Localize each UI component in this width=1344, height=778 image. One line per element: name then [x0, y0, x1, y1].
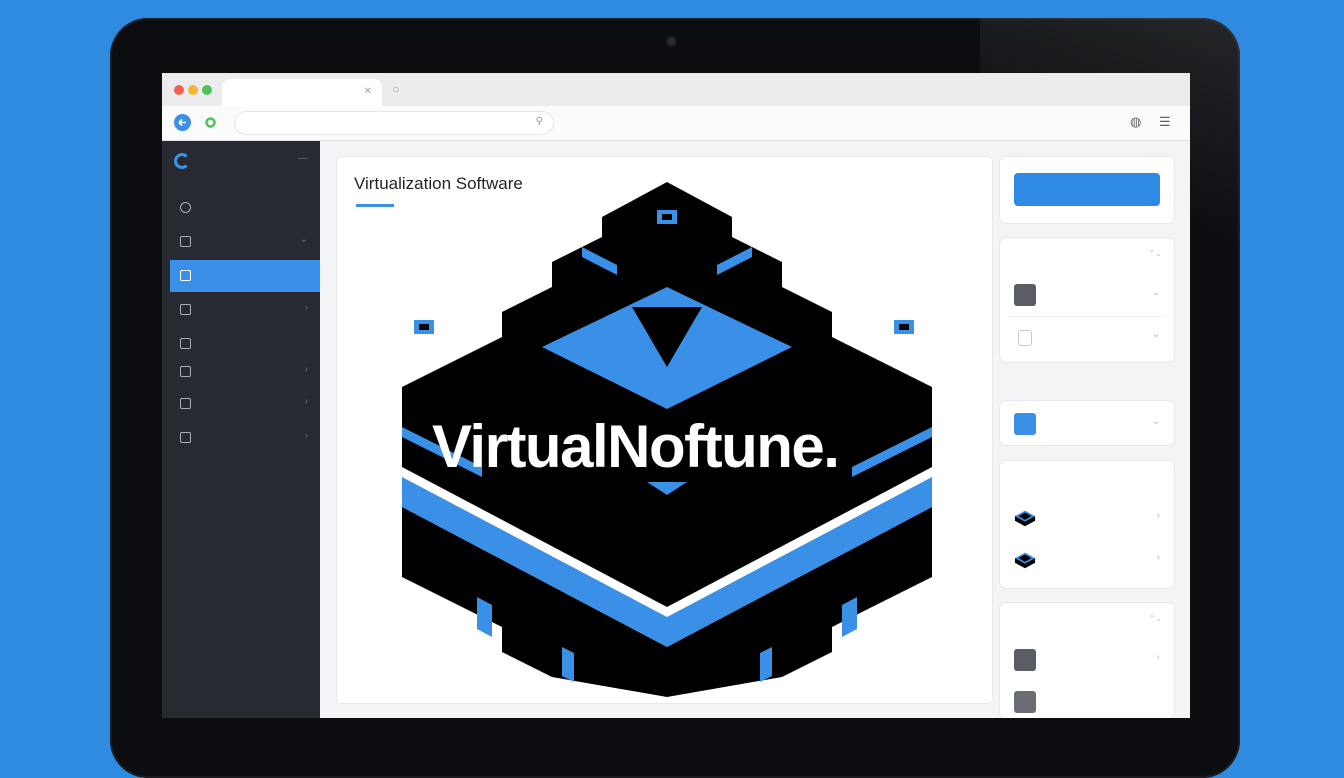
logo-slot-3 [562, 647, 574, 682]
checkbox-icon[interactable] [1014, 413, 1036, 435]
monitor-icon [180, 338, 191, 349]
storage-icon [180, 304, 191, 315]
sidebar-item-4[interactable]: › [170, 294, 320, 326]
virtualization-logo-graphic: VirtualNoftune. [402, 182, 932, 697]
chevron-down-icon: ⌄ [1151, 287, 1160, 298]
chevron-right-icon: › [1156, 652, 1160, 663]
settings-card-a: ⌃⌄ ⌄ ⌄ [1000, 238, 1174, 362]
vm-cube-icon [1014, 552, 1036, 569]
section-d-controls-icon[interactable]: ⌃⌄ [1149, 614, 1162, 623]
sidebar-item-3[interactable] [170, 260, 320, 292]
window-close-button[interactable] [174, 85, 184, 95]
chevron-down-icon: ⌄ [299, 234, 308, 245]
list-item[interactable]: › [1000, 497, 1174, 537]
main-content-card: Virtualization Software VirtualNoftune. [337, 157, 992, 703]
chevron-down-icon: ⌄ [1151, 329, 1160, 340]
document-icon [1018, 330, 1032, 346]
item-thumbnail-icon [1014, 691, 1036, 713]
list-item[interactable]: › [1000, 639, 1174, 679]
document-icon [180, 432, 191, 443]
sidebar-item-7[interactable]: › [170, 388, 320, 420]
webcam [666, 36, 677, 47]
sidebar-brand[interactable]: — [174, 153, 314, 173]
item-thumbnail-icon [1014, 284, 1036, 306]
browser-tab[interactable]: ✕ [222, 79, 382, 106]
sidebar-item-1[interactable] [170, 192, 320, 224]
settings-card-b: ⌄ [1000, 401, 1174, 445]
list-icon [180, 366, 191, 377]
chevron-down-icon: ⌄ [1151, 416, 1160, 427]
list-item[interactable]: ⌄ [1000, 274, 1174, 314]
sidebar-item-2[interactable]: ⌄ [170, 226, 320, 258]
chevron-right-icon: › [1156, 552, 1160, 563]
settings-card-d: ⌃⌄ › [1000, 603, 1174, 718]
new-tab-icon[interactable]: ○ [392, 82, 399, 96]
server-icon [180, 398, 191, 409]
laptop-screen: ✕ ○ ⚲ ◍ ☰ — ⌄ › › › › Virtualization Sof… [162, 73, 1190, 718]
downloads-icon[interactable]: ◍ [1130, 114, 1141, 130]
item-thumbnail-icon [1014, 649, 1036, 671]
list-item[interactable]: ⌄ [1000, 316, 1174, 356]
sidebar: — ⌄ › › › › [162, 141, 320, 718]
menu-icon[interactable]: ☰ [1159, 114, 1171, 130]
section-a-controls-icon[interactable]: ⌃⌄ [1149, 249, 1162, 258]
settings-card-c: › › [1000, 461, 1174, 588]
brand-logo-icon [174, 153, 190, 169]
list-item[interactable] [1000, 681, 1174, 718]
sidebar-item-6[interactable]: › [170, 356, 320, 388]
table-icon [180, 236, 191, 247]
list-item[interactable]: ⌄ [1000, 403, 1174, 443]
browser-tab-bar: ✕ ○ [162, 73, 1190, 106]
layout-icon [180, 270, 191, 281]
browser-toolbar: ⚲ ◍ ☰ [162, 106, 1190, 141]
action-card [1000, 157, 1174, 223]
logo-slot-4 [760, 647, 772, 682]
collapse-icon[interactable]: — [298, 153, 308, 164]
refresh-icon[interactable] [202, 114, 219, 131]
sidebar-item-8[interactable]: › [170, 422, 320, 454]
address-bar[interactable]: ⚲ [234, 111, 554, 135]
chevron-right-icon: › [304, 364, 308, 375]
list-item[interactable]: › [1000, 539, 1174, 579]
dashboard-icon [180, 202, 191, 213]
chevron-right-icon: › [304, 302, 308, 313]
chevron-right-icon: › [304, 430, 308, 441]
hero-brand-text: VirtualNoftune. [432, 413, 838, 480]
chevron-right-icon: › [1156, 510, 1160, 521]
back-icon[interactable] [174, 114, 191, 131]
window-maximize-button[interactable] [202, 85, 212, 95]
window-minimize-button[interactable] [188, 85, 198, 95]
vm-cube-icon [1014, 510, 1036, 527]
chevron-right-icon: › [304, 396, 308, 407]
tab-close-icon[interactable]: ✕ [364, 86, 372, 97]
search-icon[interactable]: ⚲ [536, 116, 543, 127]
primary-action-button[interactable] [1014, 173, 1160, 206]
